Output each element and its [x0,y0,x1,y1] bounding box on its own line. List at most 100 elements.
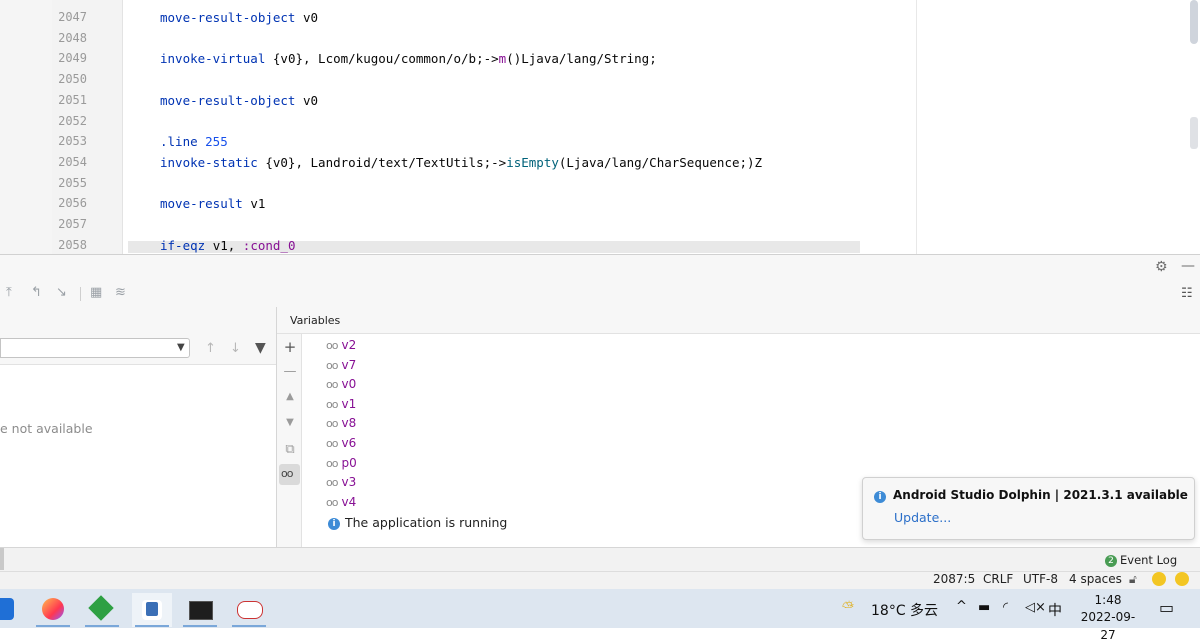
terminal-icon [189,601,213,620]
watch-icon: oo [326,359,339,372]
line-number[interactable]: 2050 [52,72,87,86]
taskbar-android-studio[interactable] [132,593,172,627]
drop-frame-icon[interactable]: ↰ [31,285,42,300]
notification-center-icon[interactable]: ▭ [1159,598,1174,617]
weather-text[interactable]: 18°C 多云 [871,600,938,620]
line-number[interactable]: 2055 [52,176,87,190]
line-separator[interactable]: CRLF [983,572,1013,586]
event-log-badge: 2 [1105,555,1117,567]
code-line[interactable]: if-eqz v1, :cond_0 [160,238,295,253]
watch-icon: oo [326,457,339,470]
variables-header [277,307,1200,334]
watch-icon: oo [326,378,339,391]
line-number[interactable]: 2049 [52,51,87,65]
happy-face-icon[interactable] [1152,572,1166,586]
ime-indicator[interactable]: 中 [1048,600,1062,620]
update-link[interactable]: Update... [894,510,951,525]
variable-name: v4 [341,495,357,509]
variable-row[interactable]: oo v0 [326,377,356,395]
code-line[interactable]: invoke-virtual {v0}, Lcom/kugou/common/o… [160,51,657,66]
variable-row[interactable]: oo v3 [326,475,356,493]
taskbar-terminal[interactable] [180,593,220,627]
line-number[interactable]: 2054 [52,155,87,169]
taskbar-jadx[interactable] [82,593,122,627]
code-line[interactable]: invoke-static {v0}, Landroid/text/TextUt… [160,155,762,170]
code-line[interactable]: move-result v1 [160,196,265,211]
code-line[interactable]: move-result-object v0 [160,93,318,108]
wifi-icon[interactable]: ◜ [1003,600,1008,615]
clock[interactable]: 1:48 2022-09-27 [1074,592,1142,644]
event-log-button[interactable]: 2 Event Log [1105,553,1177,567]
step-out-icon[interactable]: ⤒ [6,285,12,300]
firefox-icon [42,598,64,620]
code-token: 255 [205,134,228,149]
code-editor[interactable]: 2047 2048 2049 2050 2051 2052 2053 2054 2055 2056… [0,0,1200,254]
line-number[interactable]: 2057 [52,217,87,231]
code-token: :cond_0 [242,238,296,253]
layout-settings-icon[interactable]: ☷ [1181,286,1193,301]
app-icon-partial[interactable] [0,598,14,620]
battery-icon[interactable]: ▬ [978,600,990,615]
watches-toggle-button[interactable]: oo [279,464,300,485]
copy-icon[interactable]: ⧉ [283,442,297,457]
arrow-down-icon[interactable]: ↓ [230,341,241,356]
filter-icon[interactable]: ▼ [255,340,266,356]
taskbar-firefox[interactable] [33,593,73,627]
run-to-cursor-icon[interactable]: ↘ [56,285,67,300]
add-watch-icon[interactable]: + [283,338,297,356]
tray-expand-icon[interactable]: ^ [956,599,967,614]
code-token: v0 [303,10,319,25]
line-number[interactable]: 2053 [52,134,87,148]
code-token: invoke-static [160,155,266,170]
thread-selector[interactable]: ▼ [0,338,190,358]
code-line[interactable]: move-result-object v0 [160,10,318,25]
update-notification[interactable] [862,477,1195,540]
taskbar-cda[interactable] [229,593,269,627]
variable-row[interactable]: oo p0 [326,456,357,474]
code-token: move-result [160,196,251,211]
line-number[interactable]: 2056 [52,196,87,210]
editor-scrollbar-thumb[interactable] [1190,0,1198,44]
trace-icon[interactable]: ≋ [115,285,126,300]
editor-left-gutter [0,0,52,254]
watch-icon: oo [326,476,339,489]
code-token: {v0}, Lcom/kugou/common/o/b;-> [272,51,499,66]
code-line[interactable]: .line 255 [160,134,228,149]
line-number[interactable]: 2058 [52,238,87,252]
variable-name: v3 [341,475,357,489]
lock-icon[interactable]: 🔓︎ [1129,572,1137,587]
move-up-icon[interactable]: ▲ [283,391,297,402]
line-number-gutter: 2047 2048 2049 2050 2051 2052 2053 2054 2055 2056… [52,0,123,254]
cursor-position[interactable]: 2087:5 [933,572,975,586]
chevron-down-icon: ▼ [177,342,185,353]
minimize-icon[interactable]: — [1181,258,1195,274]
variable-row[interactable]: oo v1 [326,397,356,415]
variable-row[interactable]: oo v2 [326,338,356,356]
arrow-up-icon[interactable]: ↑ [205,341,216,356]
gear-icon[interactable]: ⚙ [1155,259,1168,275]
clock-time: 1:48 [1094,593,1122,607]
line-number[interactable]: 2048 [52,31,87,45]
watch-icon: oo [326,398,339,411]
file-encoding[interactable]: UTF-8 [1023,572,1058,586]
watch-icon: oo [326,496,339,509]
editor-scroll-marker[interactable] [1190,117,1198,149]
weather-icon[interactable]: ⛅︎ [842,598,854,616]
variable-row[interactable]: oo v4 [326,495,356,513]
evaluate-expression-icon[interactable]: ▦ [90,285,102,300]
indent-setting[interactable]: 4 spaces [1069,572,1122,586]
line-number[interactable]: 2052 [52,114,87,128]
variable-row[interactable]: oo v7 [326,358,356,376]
remove-watch-icon[interactable]: — [283,364,297,379]
line-number[interactable]: 2047 [52,10,87,24]
variable-name: v0 [341,377,357,391]
clock-date: 2022-09-27 [1080,610,1136,642]
variable-row[interactable]: oo v6 [326,436,356,454]
line-number[interactable]: 2051 [52,93,87,107]
notification-title: Android Studio Dolphin | 2021.3.1 availa… [893,488,1188,502]
move-down-icon[interactable]: ▼ [283,417,297,428]
code-token: if-eqz [160,238,213,253]
volume-muted-icon[interactable]: ◁× [1025,600,1046,615]
sad-face-icon[interactable] [1175,572,1189,586]
variable-row[interactable]: oo v8 [326,416,356,434]
